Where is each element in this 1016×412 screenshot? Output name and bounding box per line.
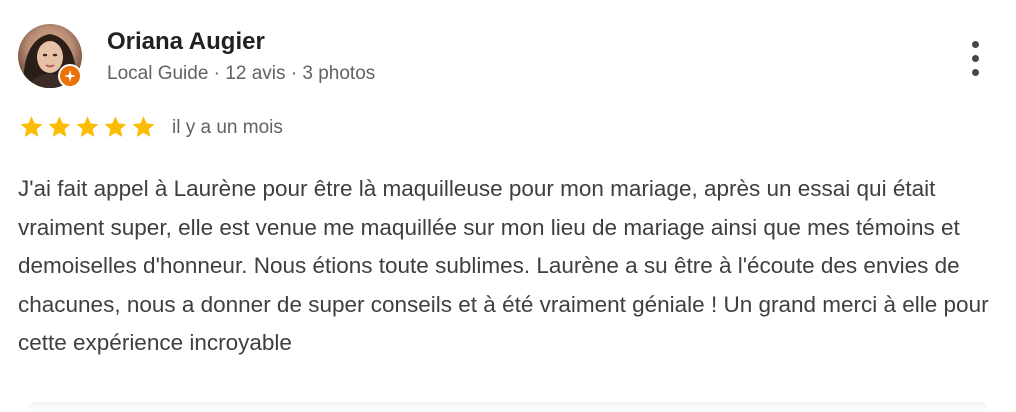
more-options-button[interactable] <box>962 38 992 78</box>
review-time: il y a un mois <box>172 117 283 138</box>
author-name[interactable]: Oriana Augier <box>107 28 265 56</box>
star-rating <box>18 114 157 140</box>
local-guide-badge-icon <box>58 64 82 88</box>
star-icon <box>74 114 101 140</box>
more-vert-icon <box>972 41 979 48</box>
review-card: Oriana Augier Local Guide · 12 avis · 3 … <box>0 0 1016 412</box>
review-text: J'ai fait appel à Laurène pour être là m… <box>18 176 989 355</box>
more-vert-icon-dot <box>972 69 979 76</box>
star-icon <box>102 114 129 140</box>
author-meta[interactable]: Local Guide · 12 avis · 3 photos <box>107 63 375 85</box>
star-icon <box>46 114 73 140</box>
more-vert-icon-dot <box>972 55 979 62</box>
star-icon <box>18 114 45 140</box>
next-card-edge <box>28 402 988 412</box>
star-icon <box>130 114 157 140</box>
